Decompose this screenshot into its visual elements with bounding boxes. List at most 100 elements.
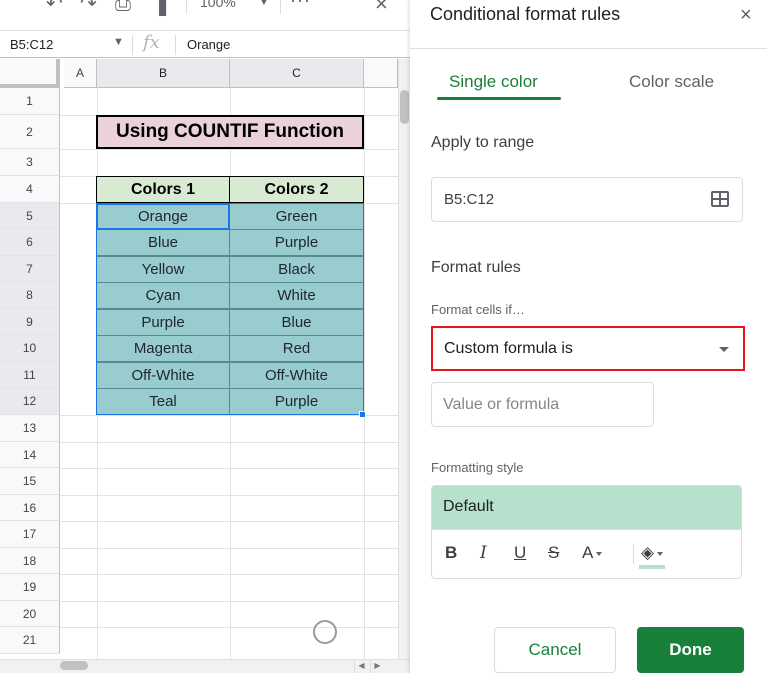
dropdown-caret-icon xyxy=(719,347,729,352)
underline-button[interactable]: U xyxy=(514,543,526,563)
toolbar-separator xyxy=(186,0,187,14)
toolbar: ↶ ↷ ⎙ ▐ 100% ▼ ··· × xyxy=(0,0,410,30)
toolbar-separator xyxy=(280,0,281,14)
row-header-7[interactable]: 7 xyxy=(0,256,60,282)
value-or-formula-input[interactable] xyxy=(431,382,654,427)
row-header-17[interactable]: 17 xyxy=(0,521,60,548)
name-box[interactable]: B5:C12 xyxy=(10,37,53,52)
fill-handle[interactable] xyxy=(359,411,366,418)
row-header-3[interactable]: 3 xyxy=(0,149,60,176)
column-header-a[interactable]: A xyxy=(64,59,97,88)
formula-bar-separator xyxy=(175,35,176,55)
row-header-6[interactable]: 6 xyxy=(0,229,60,256)
more-options-icon[interactable]: ··· xyxy=(290,0,311,11)
tab-color-scale[interactable]: Color scale xyxy=(629,72,714,92)
done-button[interactable]: Done xyxy=(637,627,744,673)
vertical-scroll-thumb[interactable] xyxy=(400,90,409,124)
scroll-right-icon[interactable]: ▶ xyxy=(370,659,384,673)
gridline xyxy=(60,442,398,443)
formula-input[interactable]: Orange xyxy=(187,37,230,52)
name-box-caret-icon[interactable]: ▼ xyxy=(113,36,124,48)
row-header-1[interactable]: 1 xyxy=(0,88,60,115)
conditional-format-panel: Conditional format rules × Single color … xyxy=(410,0,767,673)
text-color-button[interactable]: A xyxy=(582,543,603,563)
zoom-select[interactable]: 100% xyxy=(200,0,236,10)
gridline xyxy=(60,495,398,496)
tab-single-color[interactable]: Single color xyxy=(449,72,538,92)
fill-color-button[interactable]: ◈ xyxy=(641,543,664,563)
zoom-caret-icon[interactable]: ▼ xyxy=(258,0,270,8)
gridline xyxy=(60,521,398,522)
divider xyxy=(410,48,767,49)
active-tab-indicator xyxy=(437,97,561,100)
text-color-icon: A xyxy=(582,543,594,562)
paint-bucket-icon: ◈ xyxy=(641,543,655,562)
undo-icon[interactable]: ↶ xyxy=(46,0,63,14)
row-header-10[interactable]: 10 xyxy=(0,335,60,362)
print-icon[interactable]: ⎙ xyxy=(115,0,131,14)
spreadsheet-area: ↶ ↷ ⎙ ▐ 100% ▼ ··· × B5:C12 ▼ fx Orange … xyxy=(0,0,410,673)
italic-button[interactable]: I xyxy=(480,543,487,563)
vertical-scrollbar[interactable] xyxy=(398,59,410,659)
formatting-style-label: Formatting style xyxy=(431,460,524,475)
gridline xyxy=(60,149,398,150)
toolbar-separator xyxy=(633,544,634,564)
table-header-cell[interactable]: Colors 1 xyxy=(96,176,230,203)
row-header-5[interactable]: 5 xyxy=(0,203,60,229)
condition-selected-value: Custom formula is xyxy=(444,340,573,357)
format-rules-label: Format rules xyxy=(431,259,521,276)
column-header-d[interactable] xyxy=(364,59,398,88)
gridline xyxy=(60,548,398,549)
row-header-9[interactable]: 9 xyxy=(0,309,60,335)
range-input[interactable]: B5:C12 xyxy=(431,177,743,222)
row-header-8[interactable]: 8 xyxy=(0,282,60,309)
format-cells-if-label: Format cells if… xyxy=(431,302,525,317)
range-selection xyxy=(96,203,364,415)
row-header-18[interactable]: 18 xyxy=(0,548,60,574)
column-header-c[interactable]: C xyxy=(230,59,364,88)
strikethrough-button[interactable]: S xyxy=(548,543,559,563)
row-header-11[interactable]: 11 xyxy=(0,362,60,388)
formula-bar-separator xyxy=(132,35,133,55)
range-value: B5:C12 xyxy=(444,191,495,208)
select-range-grid-icon[interactable] xyxy=(711,191,729,207)
fill-color-caret-icon xyxy=(657,551,664,556)
formatting-style-box: Default B I U S A ◈ xyxy=(431,485,742,579)
paint-format-icon[interactable]: ▐ xyxy=(152,0,166,14)
row-header-4[interactable]: 4 xyxy=(0,176,60,203)
select-all-corner[interactable] xyxy=(0,59,60,88)
toolbar-close-icon[interactable]: × xyxy=(375,0,388,17)
row-header-13[interactable]: 13 xyxy=(0,415,60,442)
row-header-19[interactable]: 19 xyxy=(0,574,60,601)
sheet-title-cell[interactable]: Using COUNTIF Function xyxy=(96,115,364,149)
cancel-button[interactable]: Cancel xyxy=(494,627,616,673)
row-header-20[interactable]: 20 xyxy=(0,601,60,627)
gridline xyxy=(60,415,398,416)
panel-title: Conditional format rules xyxy=(430,4,621,24)
gridline xyxy=(60,601,398,602)
style-preview-dropdown[interactable]: Default xyxy=(432,486,741,530)
text-color-caret-icon xyxy=(596,551,603,556)
style-preview-label: Default xyxy=(443,498,494,515)
horizontal-scroll-thumb[interactable] xyxy=(60,661,88,670)
redo-icon[interactable]: ↷ xyxy=(80,0,97,14)
condition-dropdown[interactable]: Custom formula is xyxy=(431,326,745,371)
formula-bar: B5:C12 ▼ fx Orange xyxy=(0,30,410,58)
active-cell-outline xyxy=(96,203,230,230)
column-header-b[interactable]: B xyxy=(97,59,230,88)
row-header-21[interactable]: 21 xyxy=(0,627,60,654)
row-header-2[interactable]: 2 xyxy=(0,115,60,149)
gridline xyxy=(364,88,365,659)
row-header-12[interactable]: 12 xyxy=(0,388,60,415)
row-header-16[interactable]: 16 xyxy=(0,495,60,521)
table-header-cell[interactable]: Colors 2 xyxy=(229,176,364,203)
bold-button[interactable]: B xyxy=(445,543,457,563)
fill-color-swatch xyxy=(639,565,665,569)
gridline xyxy=(60,468,398,469)
watermark-logo-icon xyxy=(313,620,337,644)
close-icon[interactable]: × xyxy=(740,4,752,27)
scroll-left-icon[interactable]: ◀ xyxy=(354,659,368,673)
row-header-14[interactable]: 14 xyxy=(0,442,60,468)
row-header-15[interactable]: 15 xyxy=(0,468,60,495)
gridline xyxy=(60,574,398,575)
